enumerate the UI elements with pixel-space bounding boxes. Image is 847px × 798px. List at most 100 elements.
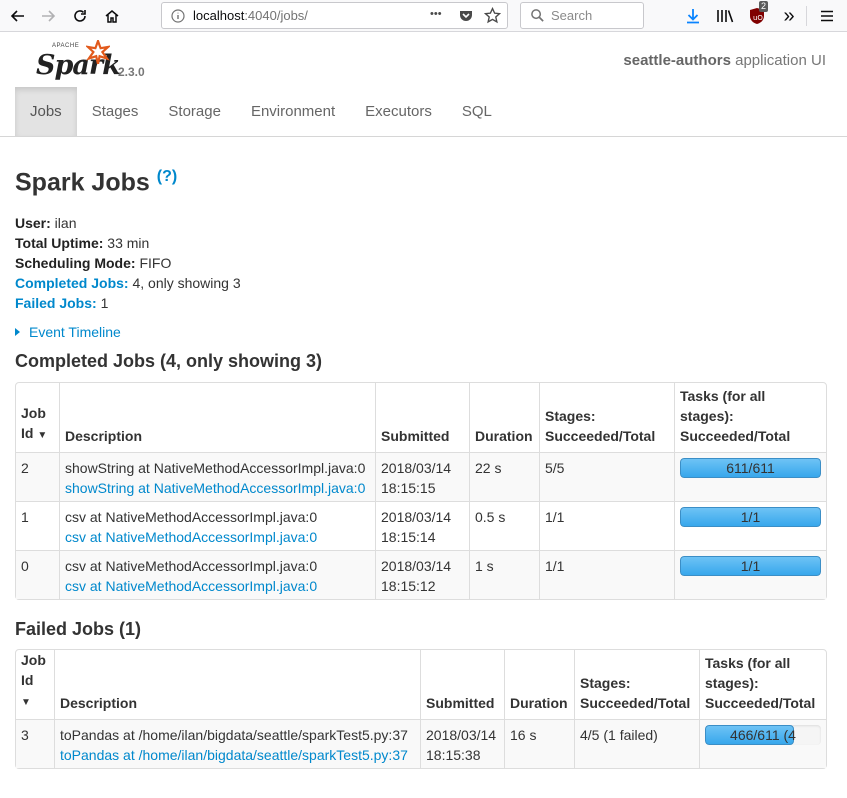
table-row: 1 csv at NativeMethodAccessorImpl.java:0… — [16, 501, 826, 550]
summary-scheduling-mode: Scheduling Mode: FIFO — [15, 255, 172, 271]
expand-arrow-icon — [15, 328, 20, 336]
svg-text:uO: uO — [753, 14, 763, 22]
header-tasks[interactable]: Tasks (for all stages): Succeeded/Total — [699, 650, 826, 719]
home-icon[interactable] — [100, 4, 124, 28]
browser-toolbar: localhost:4040/jobs/ ••• Search uO 2 » — [0, 0, 847, 32]
toolbar-divider — [806, 6, 807, 26]
job-duration: 1 s — [469, 550, 539, 599]
hamburger-menu-icon[interactable] — [815, 4, 839, 28]
tasks-progress-bar: 1/1 — [680, 556, 821, 576]
overflow-chevron-icon[interactable]: » — [777, 4, 801, 28]
back-icon[interactable] — [6, 4, 30, 28]
nav-tabs: Jobs Stages Storage Environment Executor… — [15, 87, 507, 136]
header-duration[interactable]: Duration — [504, 650, 574, 719]
job-summary: User: ilan Total Uptime: 33 min Scheduli… — [15, 213, 241, 313]
header-job-id[interactable]: Job Id ▼ — [16, 383, 59, 452]
job-id: 2 — [16, 452, 59, 501]
completed-jobs-table: Job Id ▼ Description Submitted Duration S… — [15, 382, 827, 600]
failed-jobs-title[interactable]: Failed Jobs (1) — [15, 619, 141, 640]
job-tasks: 1/1 — [674, 550, 826, 599]
job-tasks: 1/1 — [674, 501, 826, 550]
completed-jobs-title[interactable]: Completed Jobs (4, only showing 3) — [15, 351, 322, 372]
job-submitted: 2018/03/14 18:15:12 — [375, 550, 469, 599]
job-id: 0 — [16, 550, 59, 599]
header-submitted[interactable]: Submitted — [375, 383, 469, 452]
logo-apache-text: APACHE — [52, 43, 80, 49]
job-submitted: 2018/03/14 18:15:14 — [375, 501, 469, 550]
job-description-link[interactable]: showString at NativeMethodAccessorImpl.j… — [65, 478, 370, 498]
page-title: Spark Jobs (?) — [15, 168, 178, 197]
tab-storage[interactable]: Storage — [153, 87, 236, 136]
search-placeholder: Search — [551, 8, 593, 23]
job-description-link[interactable]: toPandas at /home/ilan/bigdata/seattle/s… — [60, 745, 415, 765]
job-duration: 0.5 s — [469, 501, 539, 550]
header-duration[interactable]: Duration — [469, 383, 539, 452]
header-description[interactable]: Description — [54, 650, 420, 719]
job-description-link[interactable]: csv at NativeMethodAccessorImpl.java:0 — [65, 576, 370, 596]
spark-star-icon — [86, 40, 110, 64]
header-stages[interactable]: Stages: Succeeded/Total — [574, 650, 699, 719]
sort-desc-icon: ▼ — [21, 697, 31, 708]
header-description[interactable]: Description — [59, 383, 375, 452]
url-bar[interactable]: localhost:4040/jobs/ ••• — [161, 2, 508, 29]
job-stages: 4/5 (1 failed) — [574, 719, 699, 768]
tasks-progress-bar: 1/1 — [680, 507, 821, 527]
sort-desc-icon: ▼ — [37, 430, 48, 441]
info-icon[interactable] — [171, 9, 185, 26]
job-description-link[interactable]: csv at NativeMethodAccessorImpl.java:0 — [65, 527, 370, 547]
table-row: 2 showString at NativeMethodAccessorImpl… — [16, 452, 826, 501]
job-id: 3 — [16, 719, 54, 768]
failed-jobs-link[interactable]: Failed Jobs: — [15, 295, 97, 311]
summary-uptime: Total Uptime: 33 min — [15, 235, 150, 251]
summary-completed-jobs: Completed Jobs: 4, only showing 3 — [15, 275, 241, 291]
summary-failed-jobs: Failed Jobs: 1 — [15, 295, 109, 311]
job-duration: 16 s — [504, 719, 574, 768]
job-tasks: 611/611 — [674, 452, 826, 501]
header-stages[interactable]: Stages: Succeeded/Total — [539, 383, 674, 452]
notification-badge: 2 — [759, 1, 769, 12]
job-duration: 22 s — [469, 452, 539, 501]
summary-user: User: ilan — [15, 215, 77, 231]
job-stages: 1/1 — [539, 501, 674, 550]
tasks-progress-bar: 611/611 — [680, 458, 821, 478]
table-row: 3 toPandas at /home/ilan/bigdata/seattle… — [16, 719, 826, 768]
job-submitted: 2018/03/14 18:15:15 — [375, 452, 469, 501]
library-icon[interactable] — [713, 4, 737, 28]
search-icon — [530, 8, 545, 26]
tab-sql[interactable]: SQL — [447, 87, 507, 136]
failed-jobs-table: Job Id ▼ Description Submitted Duration St… — [15, 649, 827, 769]
ublock-icon[interactable]: uO 2 — [745, 1, 769, 28]
header-job-id[interactable]: Job Id ▼ — [16, 650, 54, 719]
job-submitted: 2018/03/14 18:15:38 — [420, 719, 504, 768]
job-description: csv at NativeMethodAccessorImpl.java:0 cs… — [59, 501, 375, 550]
job-stages: 5/5 — [539, 452, 674, 501]
app-title: seattle-authors application UI — [623, 52, 826, 69]
tab-executors[interactable]: Executors — [350, 87, 447, 136]
job-tasks: 466/611 (4 — [699, 719, 826, 768]
event-timeline-toggle[interactable]: Event Timeline — [15, 324, 121, 340]
job-description: csv at NativeMethodAccessorImpl.java:0 cs… — [59, 550, 375, 599]
tab-stages[interactable]: Stages — [77, 87, 154, 136]
tab-environment[interactable]: Environment — [236, 87, 350, 136]
spark-version: 2.3.0 — [118, 65, 145, 79]
job-id: 1 — [16, 501, 59, 550]
spark-header: APACHE Spark 2.3.0 seattle-authors appli… — [0, 32, 847, 137]
download-icon[interactable] — [681, 4, 705, 28]
bookmark-star-icon[interactable] — [483, 6, 502, 27]
forward-icon[interactable] — [36, 4, 60, 28]
header-submitted[interactable]: Submitted — [420, 650, 504, 719]
page-actions-icon[interactable]: ••• — [430, 8, 442, 20]
job-stages: 1/1 — [539, 550, 674, 599]
tasks-progress-bar: 466/611 (4 — [705, 725, 821, 745]
url-text: localhost:4040/jobs/ — [193, 8, 308, 23]
tab-jobs[interactable]: Jobs — [15, 87, 77, 136]
search-bar[interactable]: Search — [520, 2, 644, 29]
job-description: showString at NativeMethodAccessorImpl.j… — [59, 452, 375, 501]
reload-icon[interactable] — [68, 4, 92, 28]
pocket-icon[interactable] — [458, 8, 474, 27]
help-link[interactable]: (?) — [157, 168, 177, 185]
job-description: toPandas at /home/ilan/bigdata/seattle/s… — [54, 719, 420, 768]
completed-jobs-link[interactable]: Completed Jobs: — [15, 275, 129, 291]
table-row: 0 csv at NativeMethodAccessorImpl.java:0… — [16, 550, 826, 599]
header-tasks[interactable]: Tasks (for all stages): Succeeded/Total — [674, 383, 826, 452]
